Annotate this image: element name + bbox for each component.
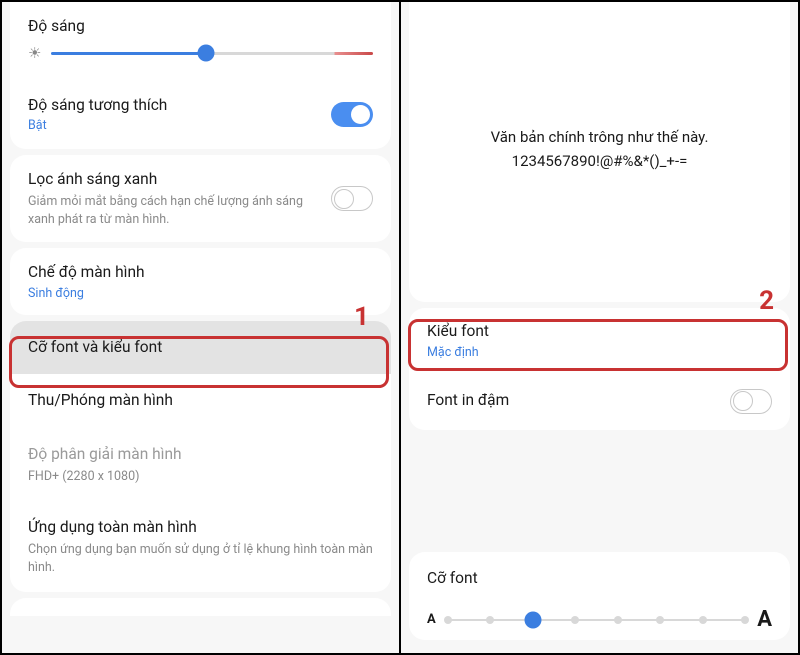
adaptive-brightness-row[interactable]: Độ sáng tương thích Bật xyxy=(10,79,391,150)
bold-font-toggle[interactable] xyxy=(730,389,772,414)
screen-mode-section: Chế độ màn hình Sinh động xyxy=(10,248,391,315)
font-size-style-title: Cỡ font và kiểu font xyxy=(28,337,373,359)
spacer xyxy=(401,436,798,546)
brightness-track[interactable] xyxy=(51,52,373,55)
a-large-icon: A xyxy=(757,607,772,632)
brightness-label: Độ sáng xyxy=(28,16,373,38)
blue-light-section: Lọc ánh sáng xanh Giảm mỏi mắt bằng cách… xyxy=(10,155,391,242)
font-options-section: Kiểu font Mặc định Font in đậm xyxy=(409,308,790,430)
blue-light-toggle[interactable] xyxy=(331,186,373,211)
screen-zoom-title: Thu/Phóng màn hình xyxy=(28,390,373,412)
fullscreen-apps-desc: Chọn ứng dụng bạn muốn sử dụng ở tỉ lệ k… xyxy=(28,541,373,576)
sun-icon: ☀ xyxy=(28,46,41,61)
bold-font-row[interactable]: Font in đậm xyxy=(409,373,790,430)
brightness-thumb[interactable] xyxy=(197,45,214,62)
adaptive-brightness-title: Độ sáng tương thích xyxy=(28,95,331,117)
screen-zoom-row[interactable]: Thu/Phóng màn hình xyxy=(10,374,391,428)
resolution-value: FHD+ (2280 x 1080) xyxy=(28,468,373,486)
font-size-section: Cỡ font A A xyxy=(409,552,790,641)
screen-mode-status: Sinh động xyxy=(28,286,373,301)
font-preview: Văn bản chính trông như thế này. 1234567… xyxy=(409,2,790,302)
font-size-style-row[interactable]: Cỡ font và kiểu font xyxy=(10,321,391,375)
adaptive-brightness-toggle[interactable] xyxy=(331,102,373,127)
resolution-title: Độ phân giải màn hình xyxy=(28,444,373,466)
adaptive-brightness-status: Bật xyxy=(28,118,331,133)
blue-light-row[interactable]: Lọc ánh sáng xanh Giảm mỏi mắt bằng cách… xyxy=(10,155,391,242)
bold-font-title: Font in đậm xyxy=(427,390,730,412)
a-small-icon: A xyxy=(427,612,436,627)
font-style-title: Kiểu font xyxy=(427,321,772,343)
font-size-title: Cỡ font xyxy=(427,568,772,590)
brightness-section: Độ sáng ☀ Độ sáng tương thích Bật xyxy=(10,2,391,149)
font-settings-panel: Văn bản chính trông như thế này. 1234567… xyxy=(401,2,798,653)
cutoff-section xyxy=(10,598,391,616)
preview-line-1: Văn bản chính trông như thế này. xyxy=(491,125,709,149)
brightness-slider[interactable]: ☀ xyxy=(28,46,373,61)
screen-mode-title: Chế độ màn hình xyxy=(28,262,373,284)
blue-light-title: Lọc ánh sáng xanh xyxy=(28,169,331,191)
fullscreen-apps-title: Ứng dụng toàn màn hình xyxy=(28,517,373,539)
font-size-track[interactable] xyxy=(448,619,745,621)
settings-display-panel: Độ sáng ☀ Độ sáng tương thích Bật xyxy=(2,2,399,653)
screen-mode-row[interactable]: Chế độ màn hình Sinh động xyxy=(10,248,391,315)
fullscreen-apps-row[interactable]: Ứng dụng toàn màn hình Chọn ứng dụng bạn… xyxy=(10,501,391,592)
resolution-row[interactable]: Độ phân giải màn hình FHD+ (2280 x 1080) xyxy=(10,428,391,501)
preview-line-2: 1234567890!@#%&*()_+-= xyxy=(512,149,688,173)
display-options-section: Cỡ font và kiểu font Thu/Phóng màn hình … xyxy=(10,321,391,592)
blue-light-desc: Giảm mỏi mắt bằng cách hạn chế lượng ánh… xyxy=(28,193,331,228)
font-style-value: Mặc định xyxy=(427,345,772,360)
font-size-slider[interactable]: A A xyxy=(427,607,772,632)
font-size-thumb[interactable] xyxy=(524,611,541,628)
font-style-row[interactable]: Kiểu font Mặc định xyxy=(409,308,790,373)
